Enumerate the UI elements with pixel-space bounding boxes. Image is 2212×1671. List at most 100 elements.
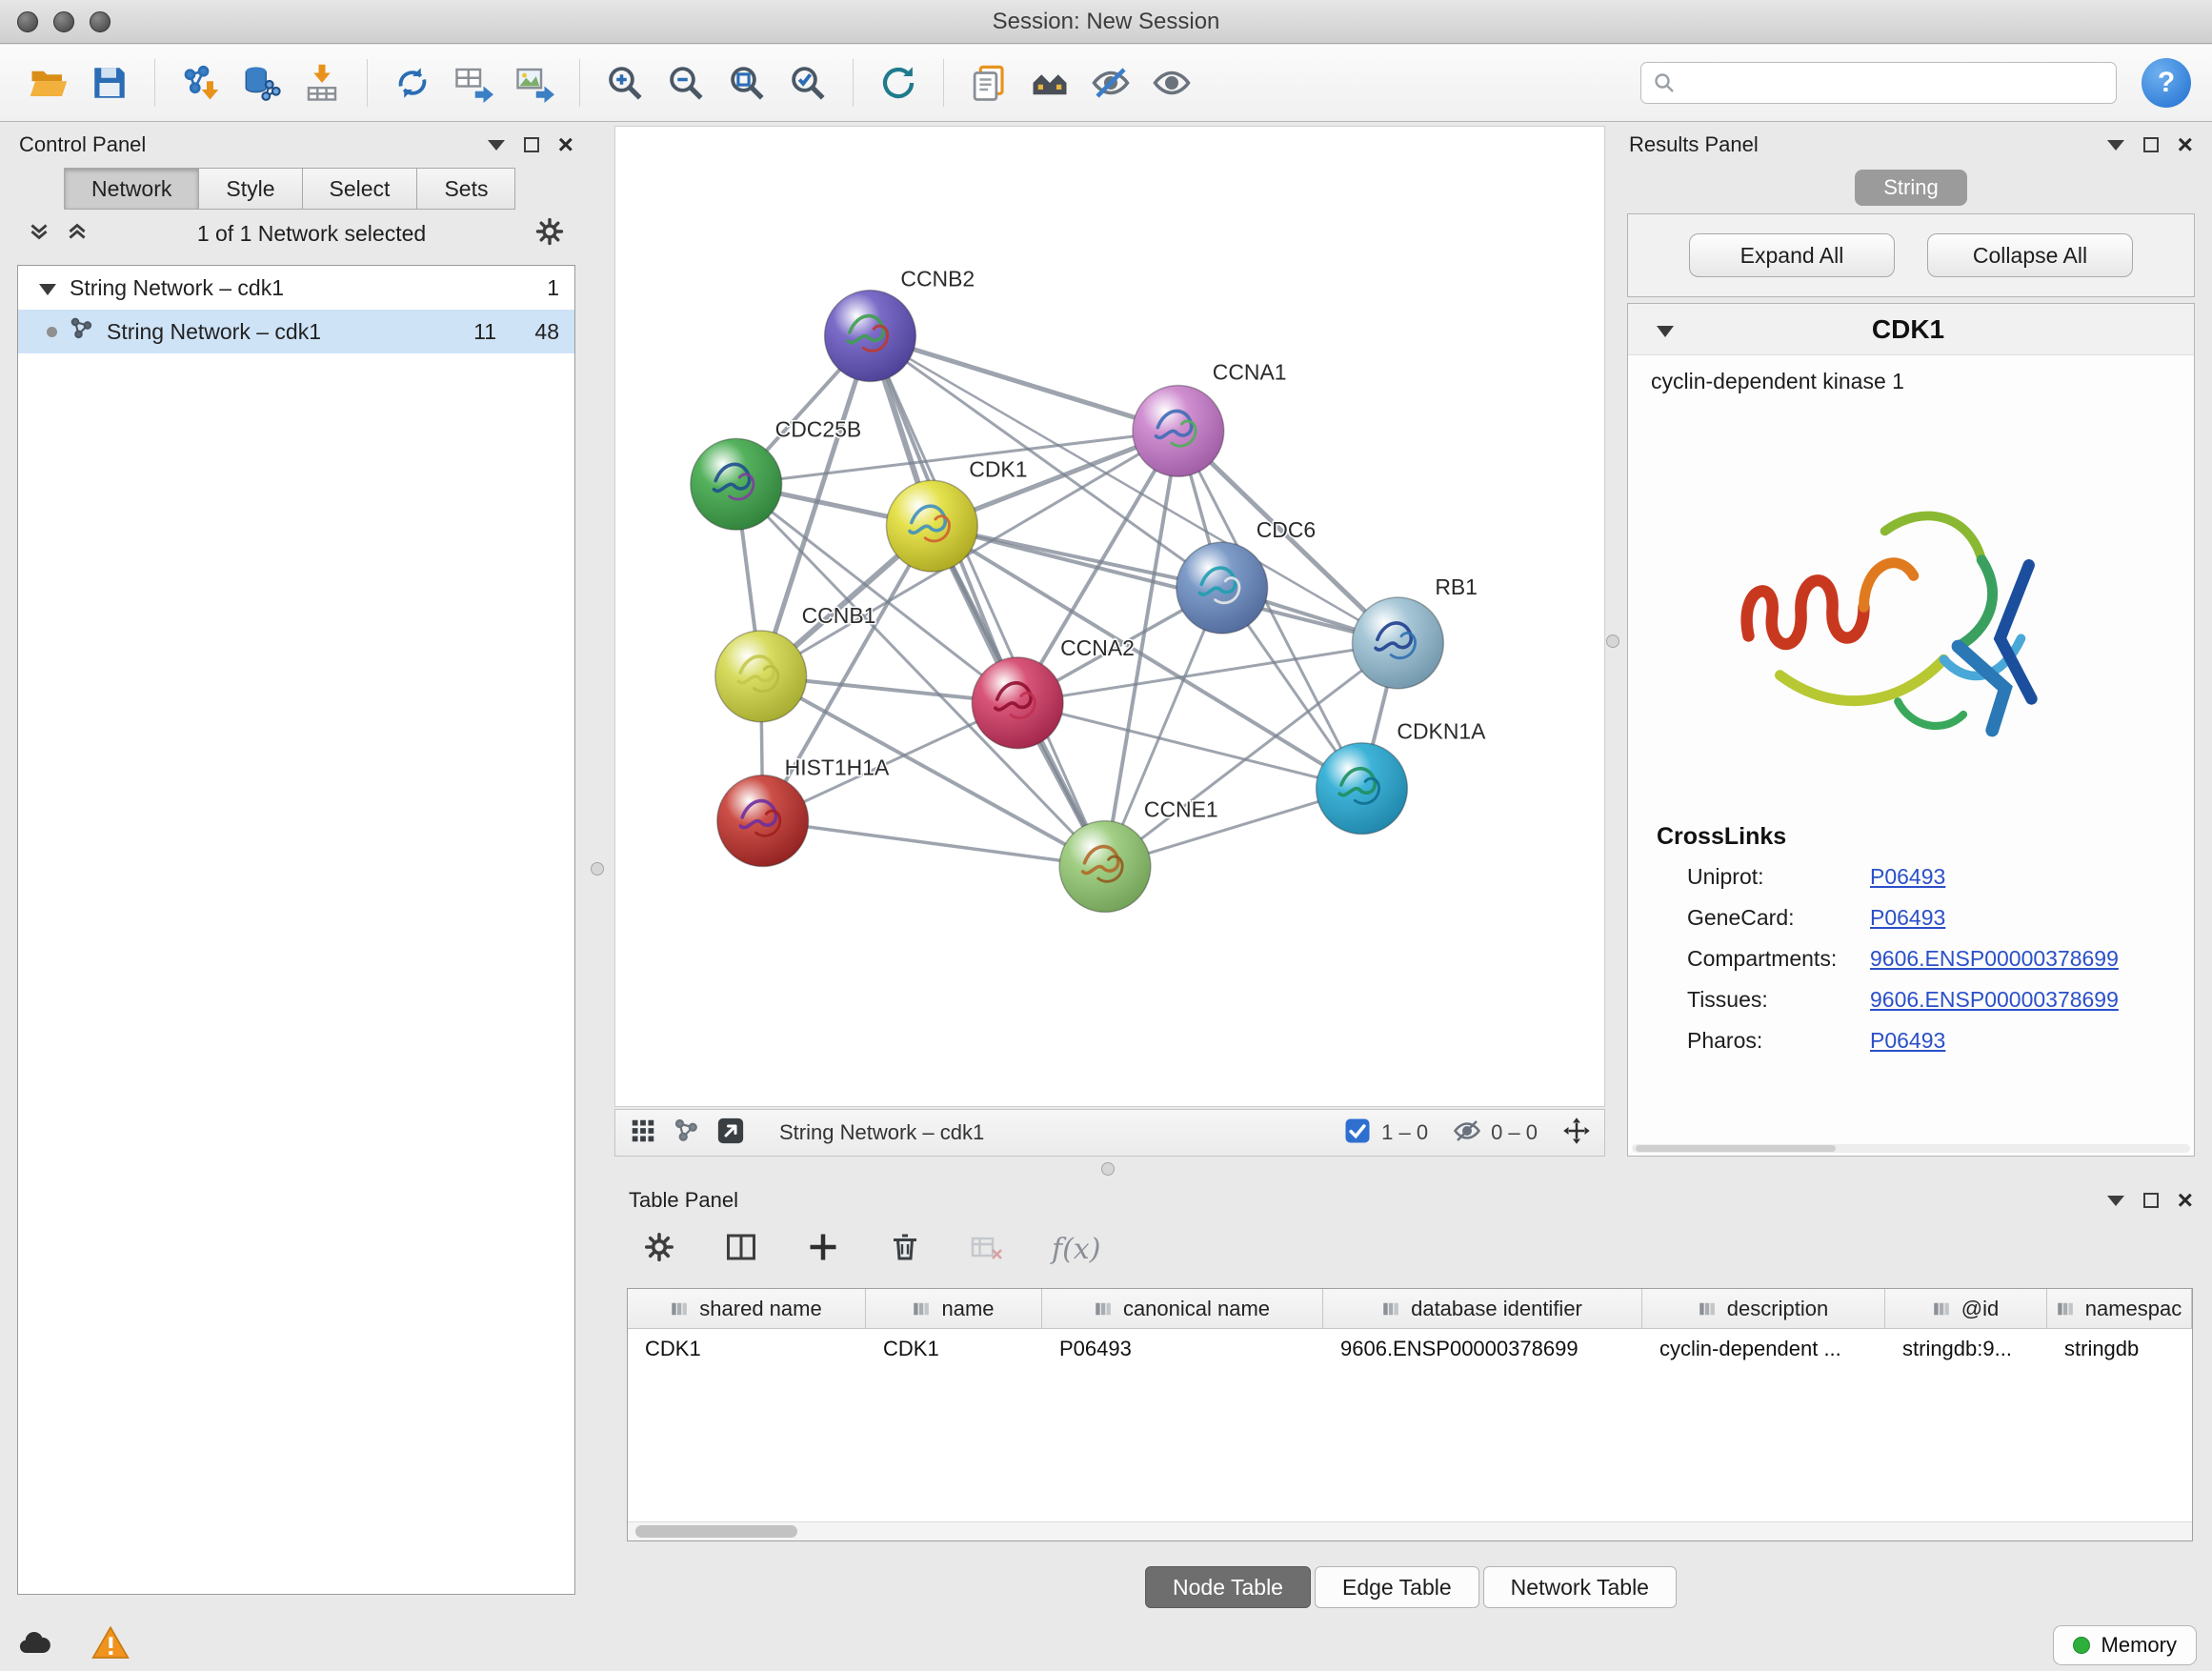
export-table-button[interactable]: [446, 55, 501, 111]
column-header-name[interactable]: name: [866, 1289, 1042, 1328]
zoom-fit-button[interactable]: [719, 55, 774, 111]
minimize-window-button[interactable]: [53, 11, 74, 32]
network-node-RB1[interactable]: RB1: [1353, 574, 1478, 689]
splitter-handle[interactable]: [1606, 634, 1619, 648]
float-panel-icon[interactable]: [2107, 1196, 2124, 1206]
node-section-header[interactable]: CDK1: [1628, 304, 2194, 355]
selected-counts: 1 – 0: [1381, 1120, 1428, 1145]
tab-network[interactable]: Network: [64, 168, 199, 210]
maximize-panel-icon[interactable]: [2143, 1193, 2159, 1208]
search-input[interactable]: [1685, 70, 2104, 95]
create-column-icon[interactable]: [806, 1230, 840, 1269]
tab-node-table[interactable]: Node Table: [1145, 1566, 1311, 1608]
collapse-all-button[interactable]: Collapse All: [1927, 233, 2133, 277]
maximize-panel-icon[interactable]: [524, 137, 539, 152]
crosslink-tissues-link[interactable]: 9606.ENSP00000378699: [1870, 987, 2119, 1013]
float-panel-icon[interactable]: [2107, 140, 2124, 151]
collapse-all-networks-icon[interactable]: [65, 219, 90, 249]
new-network-button[interactable]: [385, 55, 440, 111]
network-node-CCNB2[interactable]: CCNB2: [825, 267, 975, 382]
tab-style[interactable]: Style: [198, 168, 302, 210]
column-header-shared-name[interactable]: shared name: [628, 1289, 866, 1328]
crosslink-uniprot-link[interactable]: P06493: [1870, 864, 1945, 890]
function-builder-button[interactable]: f(x): [1052, 1233, 1100, 1266]
network-row[interactable]: String Network – cdk1 11 48: [18, 310, 574, 353]
network-options-gear-icon[interactable]: [533, 215, 566, 252]
toolbar-separator: [943, 59, 944, 107]
column-header-description[interactable]: description: [1642, 1289, 1885, 1328]
help-button[interactable]: ?: [2142, 58, 2191, 108]
birds-eye-view-icon[interactable]: [629, 1117, 657, 1150]
home-button[interactable]: [1022, 55, 1077, 111]
crosslink-row: GeneCard: P06493: [1628, 897, 2194, 938]
cloud-status-button[interactable]: [15, 1624, 53, 1667]
close-panel-icon[interactable]: ×: [2178, 1193, 2193, 1208]
column-header-at-id[interactable]: @id: [1885, 1289, 2047, 1328]
column-header-canonical-name[interactable]: canonical name: [1042, 1289, 1323, 1328]
crosslink-genecard-link[interactable]: P06493: [1870, 905, 1945, 931]
network-node-CCNA1[interactable]: CCNA1: [1133, 359, 1287, 476]
tab-string[interactable]: String: [1855, 170, 1967, 206]
network-node-CDK1[interactable]: CDK1: [886, 456, 1027, 572]
section-collapse-caret[interactable]: [1657, 326, 1674, 337]
splitter-handle[interactable]: [591, 862, 604, 876]
maximize-panel-icon[interactable]: [2143, 137, 2159, 152]
tab-sets[interactable]: Sets: [416, 168, 515, 210]
zoom-selected-button[interactable]: [780, 55, 835, 111]
close-panel-icon[interactable]: ×: [558, 137, 573, 152]
import-network-file-button[interactable]: [172, 55, 228, 111]
refresh-view-button[interactable]: [871, 55, 926, 111]
image-export-icon: [514, 63, 554, 103]
close-panel-icon[interactable]: ×: [2178, 137, 2193, 152]
show-graphics-details-button[interactable]: [1144, 55, 1199, 111]
column-header-namespace[interactable]: namespac: [2047, 1289, 2192, 1328]
zoom-window-button[interactable]: [90, 11, 111, 32]
scrollbar-thumb[interactable]: [635, 1525, 797, 1538]
fit-content-crosshair-icon[interactable]: [1562, 1117, 1591, 1150]
network-edge[interactable]: [932, 526, 1398, 643]
network-node-HIST1H1A[interactable]: HIST1H1A: [717, 755, 890, 867]
expand-all-button[interactable]: Expand All: [1689, 233, 1895, 277]
copy-document-button[interactable]: [961, 55, 1016, 111]
hide-annotations-button[interactable]: [1083, 55, 1138, 111]
network-canvas[interactable]: CCNB2CCNA1CDC25BCDK1CDC6RB1CCNB1CCNA2CDK…: [615, 127, 1604, 1106]
tab-network-table[interactable]: Network Table: [1483, 1566, 1677, 1608]
table-row[interactable]: CDK1 CDK1 P06493 9606.ENSP00000378699 cy…: [628, 1329, 2192, 1369]
network-edge[interactable]: [870, 336, 1177, 432]
import-network-database-button[interactable]: [233, 55, 289, 111]
zoom-in-button[interactable]: [597, 55, 653, 111]
network-overview-icon[interactable]: [673, 1117, 701, 1150]
tab-edge-table[interactable]: Edge Table: [1315, 1566, 1479, 1608]
zoom-out-button[interactable]: [658, 55, 714, 111]
crosslink-pharos-link[interactable]: P06493: [1870, 1028, 1945, 1054]
column-header-database-identifier[interactable]: database identifier: [1323, 1289, 1642, 1328]
delete-column-trash-icon[interactable]: [888, 1230, 922, 1269]
network-collection-row[interactable]: String Network – cdk1 1: [18, 266, 574, 310]
network-node-CDKN1A[interactable]: CDKN1A: [1317, 719, 1487, 835]
expand-all-networks-icon[interactable]: [27, 219, 51, 249]
collection-expand-caret[interactable]: [39, 284, 56, 295]
splitter-handle[interactable]: [1101, 1162, 1115, 1176]
network-selection-status: 1 of 1 Network selected: [103, 221, 520, 247]
table-horizontal-scrollbar[interactable]: [628, 1521, 2192, 1540]
memory-button[interactable]: Memory: [2053, 1625, 2197, 1665]
export-image-button[interactable]: [507, 55, 562, 111]
horizontal-scrollbar[interactable]: [1632, 1144, 2190, 1153]
show-columns-icon[interactable]: [724, 1230, 758, 1269]
table-options-gear-icon[interactable]: [642, 1230, 676, 1269]
annotation-mode-button[interactable]: [716, 1117, 745, 1150]
save-session-button[interactable]: [82, 55, 137, 111]
crosslink-compartments-link[interactable]: 9606.ENSP00000378699: [1870, 946, 2119, 972]
float-panel-icon[interactable]: [488, 140, 505, 151]
hidden-elements-icon[interactable]: [1453, 1117, 1481, 1150]
network-edge[interactable]: [870, 336, 1105, 867]
scrollbar-thumb[interactable]: [1636, 1145, 1836, 1152]
close-window-button[interactable]: [17, 11, 38, 32]
toolbar-separator: [367, 59, 368, 107]
import-table-button[interactable]: [294, 55, 350, 111]
tab-select[interactable]: Select: [302, 168, 418, 210]
network-edge[interactable]: [763, 821, 1105, 867]
warnings-button[interactable]: [91, 1624, 130, 1667]
open-session-button[interactable]: [21, 55, 76, 111]
selected-nodes-checkbox[interactable]: [1343, 1117, 1372, 1150]
